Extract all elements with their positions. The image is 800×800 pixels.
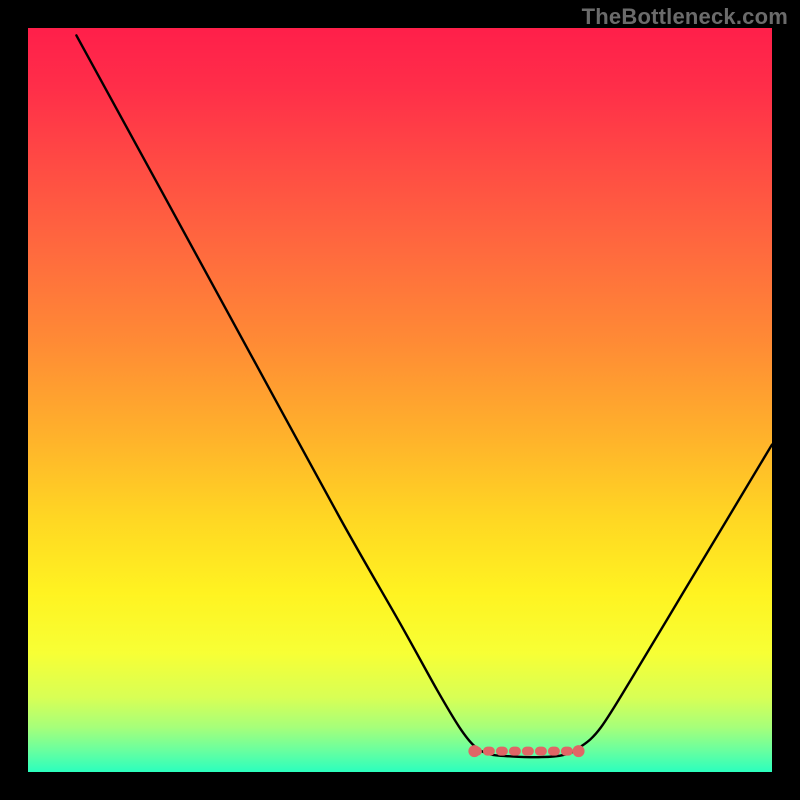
chart-frame: TheBottleneck.com (0, 0, 800, 800)
optimal-range-marker (28, 28, 772, 772)
watermark-text: TheBottleneck.com (582, 4, 788, 30)
plot-area (28, 28, 772, 772)
